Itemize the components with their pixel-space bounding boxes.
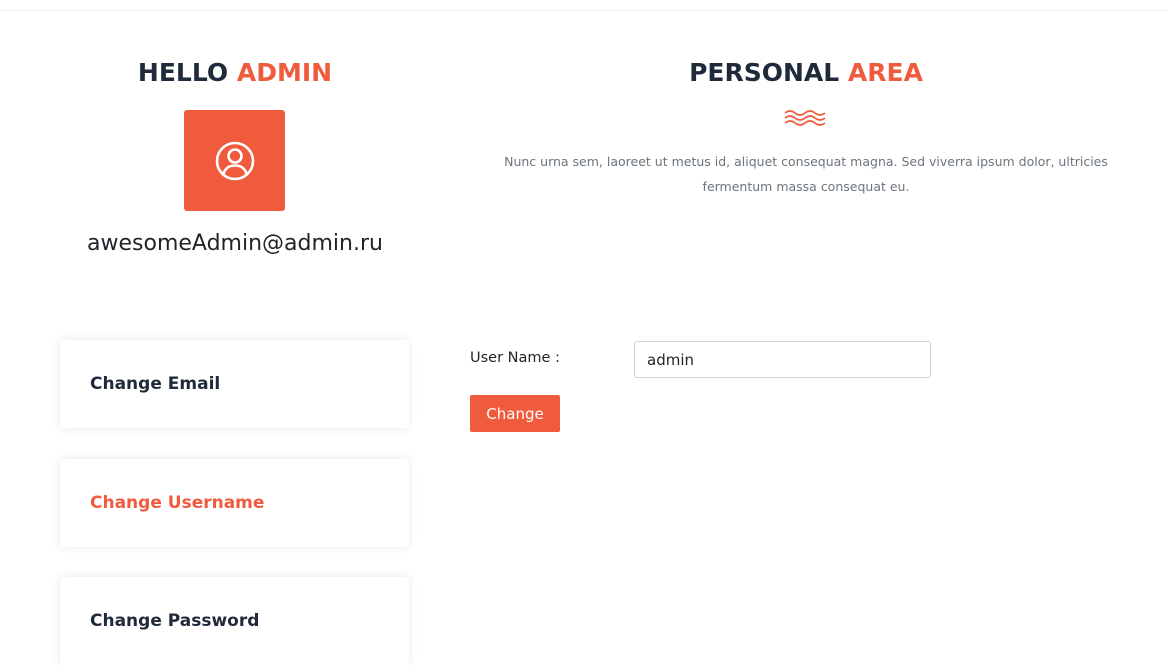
greeting-prefix: HELLO bbox=[137, 58, 229, 87]
personal-area-title-prefix: PERSONAL bbox=[689, 58, 840, 87]
avatar bbox=[184, 110, 285, 211]
username-label: User Name : bbox=[470, 350, 560, 366]
menu-item-change-username[interactable]: Change Username bbox=[60, 459, 409, 547]
change-button[interactable]: Change bbox=[470, 395, 560, 432]
menu-item-label: Change Email bbox=[90, 374, 221, 394]
menu-item-label: Change Password bbox=[90, 611, 260, 631]
user-email: awesomeAdmin@admin.ru bbox=[87, 231, 383, 256]
wave-icon bbox=[784, 110, 826, 126]
menu-item-change-email[interactable]: Change Email bbox=[60, 340, 409, 428]
hello-heading: HELLO ADMIN bbox=[60, 58, 410, 87]
personal-area-heading: PERSONAL AREA bbox=[470, 58, 1142, 87]
menu-item-change-password[interactable]: Change Password bbox=[60, 577, 409, 665]
menu-item-label: Change Username bbox=[90, 493, 265, 513]
top-divider bbox=[0, 10, 1168, 11]
personal-area-title-accent: AREA bbox=[847, 58, 923, 87]
greeting-name: ADMIN bbox=[236, 58, 333, 87]
personal-area-description: Nunc urna sem, laoreet ut metus id, aliq… bbox=[504, 154, 1108, 194]
user-circle-icon bbox=[215, 141, 254, 180]
username-input[interactable] bbox=[634, 341, 931, 378]
